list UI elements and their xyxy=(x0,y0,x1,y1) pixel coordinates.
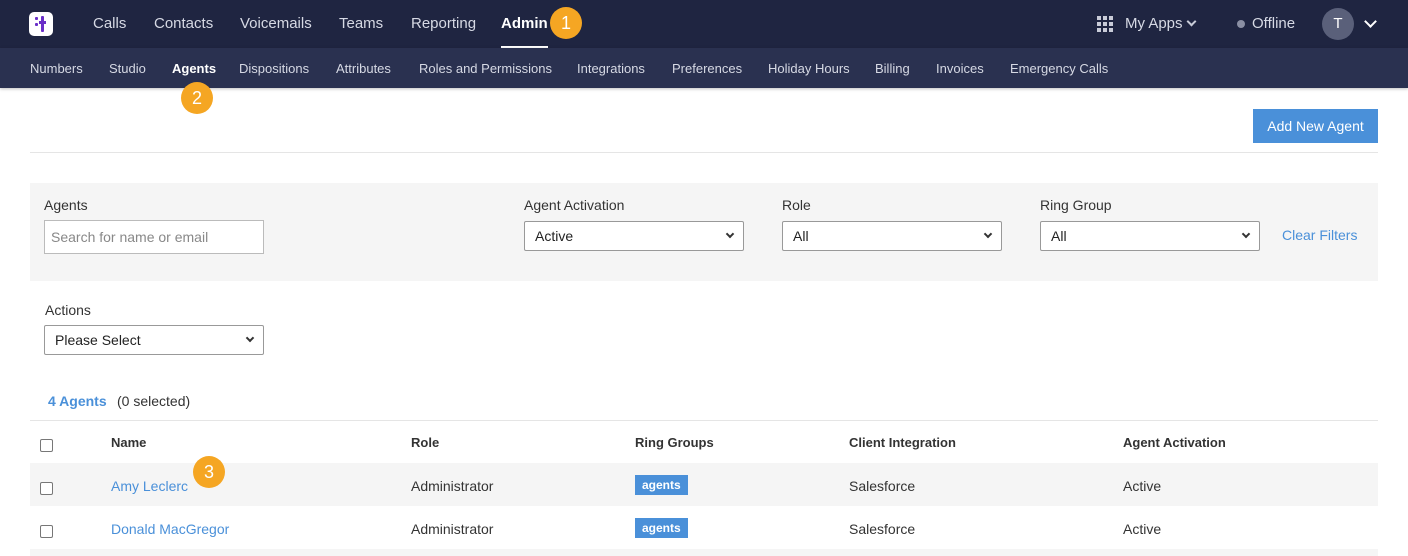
chevron-down-icon xyxy=(725,229,735,239)
nav-calls[interactable]: Calls xyxy=(93,15,126,32)
ring-group-select[interactable]: All xyxy=(1040,221,1260,251)
table-row xyxy=(30,506,1378,549)
row-checkbox[interactable] xyxy=(40,525,53,538)
chevron-down-icon xyxy=(245,333,255,343)
nav-voicemails[interactable]: Voicemails xyxy=(240,15,312,32)
row-checkbox[interactable] xyxy=(40,482,53,495)
add-new-agent-button[interactable]: Add New Agent xyxy=(1253,109,1378,143)
agent-role: Administrator xyxy=(411,521,494,537)
subnav-dispositions[interactable]: Dispositions xyxy=(239,61,309,76)
subnav-billing[interactable]: Billing xyxy=(875,61,910,76)
role-select[interactable]: All xyxy=(782,221,1002,251)
ring-group-tag: agents xyxy=(635,518,688,538)
agent-name-link[interactable]: Amy Leclerc xyxy=(111,478,188,494)
nav-reporting[interactable]: Reporting xyxy=(411,15,476,32)
role-select-value: All xyxy=(793,228,809,244)
step-badge-3: 3 xyxy=(193,456,225,488)
table-header-divider xyxy=(30,420,1378,421)
app-logo[interactable] xyxy=(29,12,53,36)
subnav-studio[interactable]: Studio xyxy=(109,61,146,76)
step-badge-1: 1 xyxy=(550,7,582,39)
presence-status[interactable]: Offline xyxy=(1252,15,1295,32)
select-all-checkbox[interactable] xyxy=(40,439,53,452)
subnav-invoices[interactable]: Invoices xyxy=(936,61,984,76)
actions-label: Actions xyxy=(45,302,91,318)
my-apps-menu[interactable]: My Apps xyxy=(1125,15,1183,32)
subnav-attributes[interactable]: Attributes xyxy=(336,61,391,76)
actions-select-value: Please Select xyxy=(55,332,141,348)
column-header-agent-activation[interactable]: Agent Activation xyxy=(1123,435,1226,450)
agent-activation: Active xyxy=(1123,521,1162,537)
subnav-numbers[interactable]: Numbers xyxy=(30,61,83,76)
agent-integration: Salesforce xyxy=(849,478,916,494)
ring-group-select-value: All xyxy=(1051,228,1067,244)
subnav-integrations[interactable]: Integrations xyxy=(577,61,645,76)
agent-name-link[interactable]: Donald MacGregor xyxy=(111,521,229,537)
subnav-preferences[interactable]: Preferences xyxy=(672,61,742,76)
ring-group-filter-label: Ring Group xyxy=(1040,197,1112,213)
column-header-ring-groups[interactable]: Ring Groups xyxy=(635,435,714,450)
column-header-client-integration[interactable]: Client Integration xyxy=(849,435,956,450)
top-navigation: Calls Contacts Voicemails Teams Reportin… xyxy=(0,0,1408,48)
apps-grid-icon[interactable] xyxy=(1097,16,1113,32)
activation-select[interactable]: Active xyxy=(524,221,744,251)
role-filter-label: Role xyxy=(782,197,811,213)
user-menu-chevron-icon[interactable] xyxy=(1364,15,1377,28)
agent-search-input[interactable] xyxy=(44,220,264,254)
subnav-emergency-calls[interactable]: Emergency Calls xyxy=(1010,61,1108,76)
chevron-down-icon xyxy=(1186,16,1197,27)
subnav-roles-permissions[interactable]: Roles and Permissions xyxy=(419,61,552,76)
nav-admin[interactable]: Admin xyxy=(501,15,548,48)
actions-select[interactable]: Please Select xyxy=(44,325,264,355)
step-badge-2: 2 xyxy=(181,82,213,114)
subnav-holiday-hours[interactable]: Holiday Hours xyxy=(768,61,850,76)
agent-role: Administrator xyxy=(411,478,494,494)
user-avatar[interactable]: T xyxy=(1322,8,1354,40)
column-header-role[interactable]: Role xyxy=(411,435,439,450)
column-header-name[interactable]: Name xyxy=(111,435,146,450)
activation-select-value: Active xyxy=(535,228,574,244)
clear-filters-link[interactable]: Clear Filters xyxy=(1282,227,1357,243)
ring-group-tag: agents xyxy=(635,475,688,495)
nav-teams[interactable]: Teams xyxy=(339,15,383,32)
selected-count: (0 selected) xyxy=(117,393,191,409)
table-row xyxy=(30,463,1378,506)
admin-sub-navigation: Numbers Studio Agents Dispositions Attri… xyxy=(0,48,1408,88)
table-row xyxy=(30,549,1378,556)
agent-activation: Active xyxy=(1123,478,1162,494)
agent-integration: Salesforce xyxy=(849,521,916,537)
agents-filter-label: Agents xyxy=(44,197,88,213)
chevron-down-icon xyxy=(1241,229,1251,239)
subnav-agents[interactable]: Agents xyxy=(172,61,216,76)
agent-count[interactable]: 4 Agents xyxy=(48,393,107,409)
chevron-down-icon xyxy=(983,229,993,239)
nav-contacts[interactable]: Contacts xyxy=(154,15,213,32)
activation-filter-label: Agent Activation xyxy=(524,197,625,213)
status-dot-icon xyxy=(1237,20,1245,28)
divider xyxy=(30,152,1378,153)
